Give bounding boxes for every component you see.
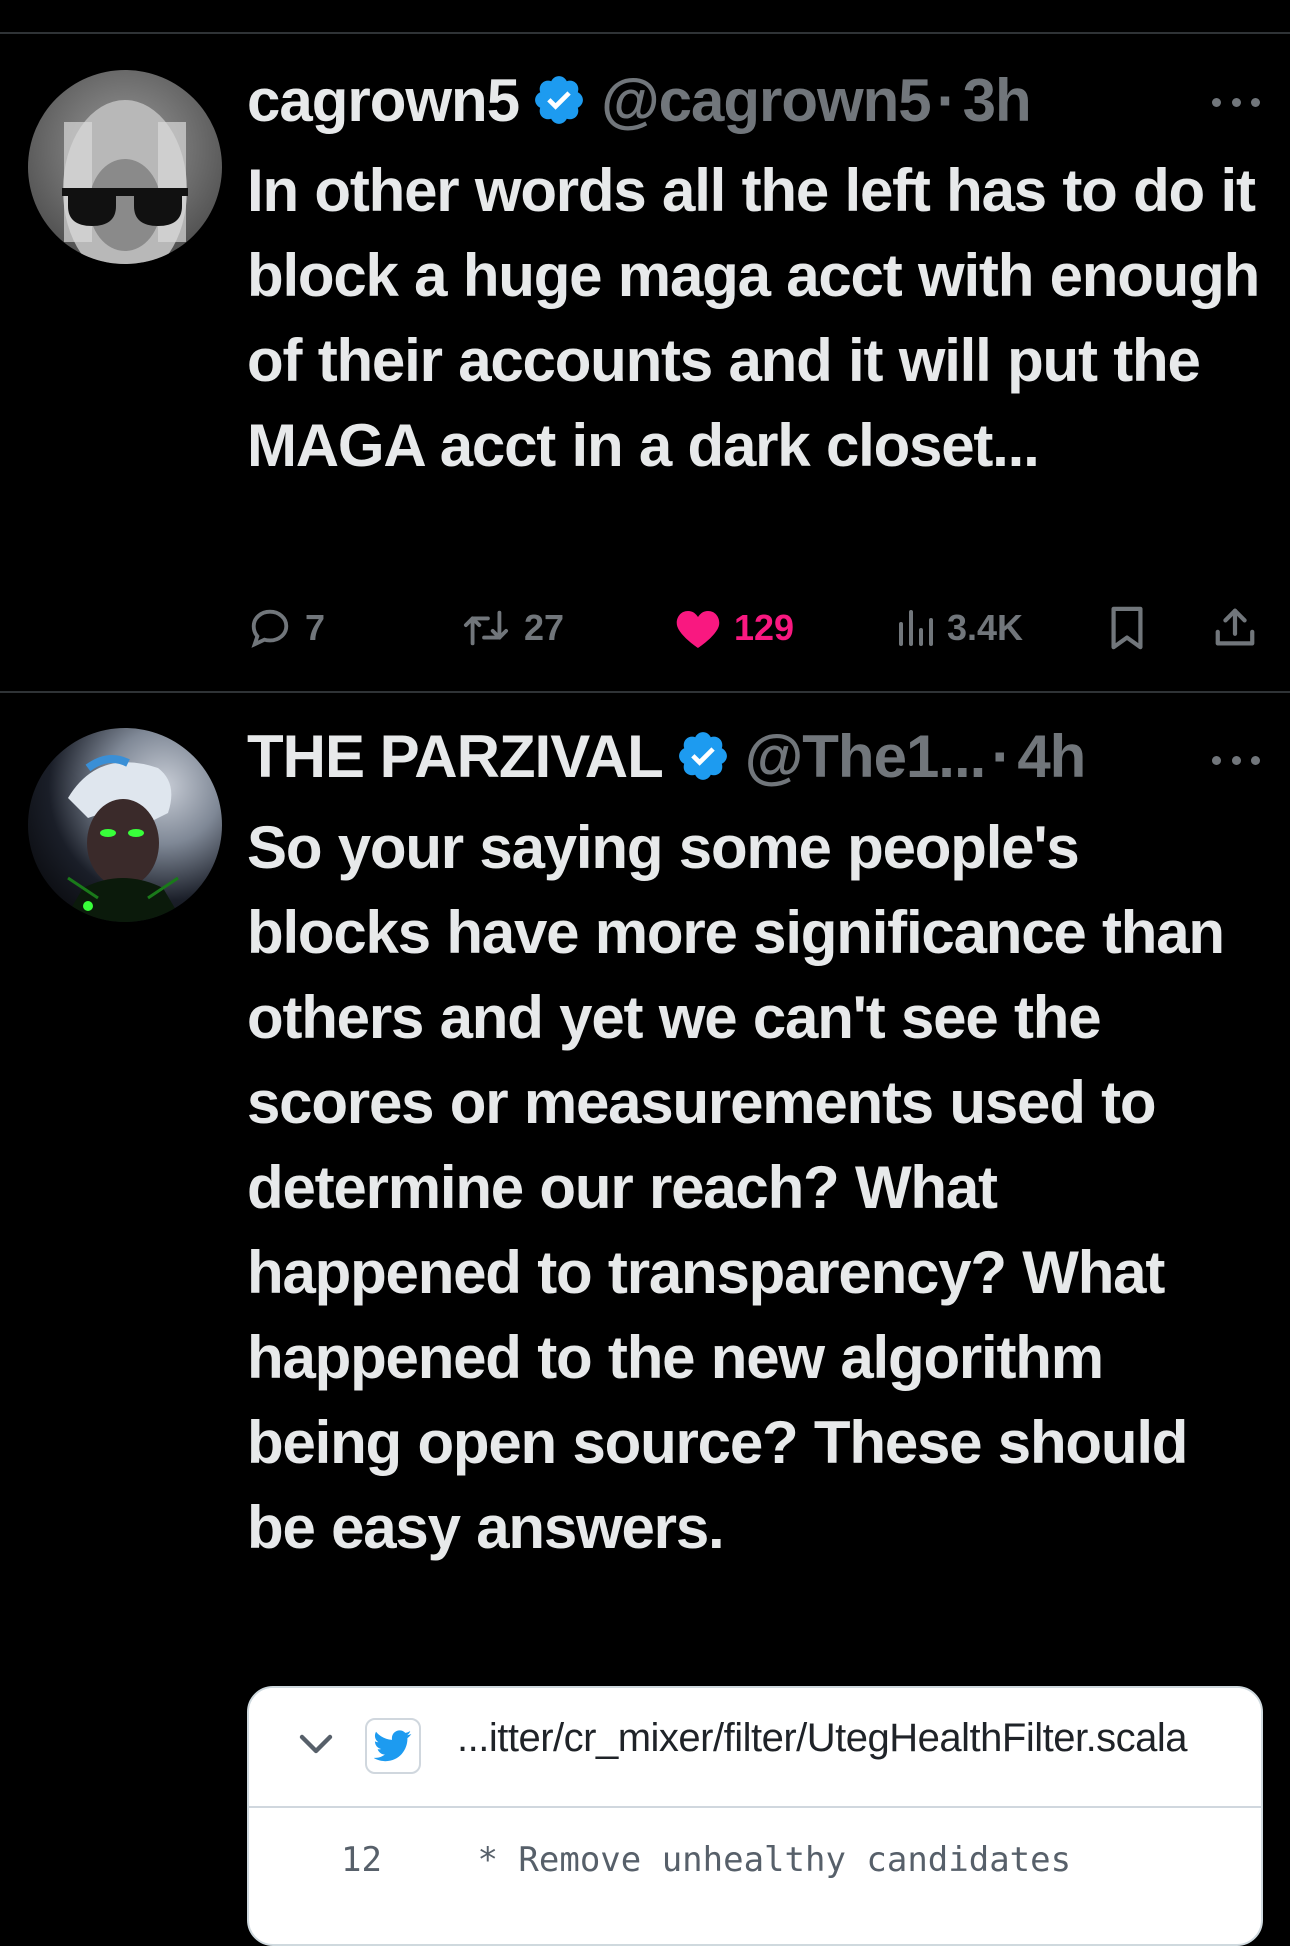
- tweet-header: THE PARZIVAL @The1... · 4h: [247, 716, 1086, 796]
- avatar-image: [63, 755, 183, 922]
- share-button[interactable]: [1212, 598, 1258, 658]
- handle[interactable]: @cagrown5: [601, 66, 932, 135]
- retweet-icon: [463, 610, 509, 646]
- display-name[interactable]: cagrown5: [247, 66, 520, 135]
- reply-count: 7: [305, 607, 326, 648]
- views-button[interactable]: 3.4K: [895, 598, 1023, 658]
- embedded-code-card[interactable]: ...itter/cr_mixer/filter/UtegHealthFilte…: [247, 1686, 1263, 1946]
- handle[interactable]: @The1...: [745, 722, 987, 791]
- twitter-bird-icon: [365, 1718, 421, 1774]
- display-name[interactable]: THE PARZIVAL: [247, 722, 664, 791]
- avatar[interactable]: [28, 728, 222, 922]
- timestamp[interactable]: 4h: [1017, 722, 1086, 791]
- more-options-icon[interactable]: [1212, 92, 1260, 112]
- tweet-header: cagrown5 @cagrown5 · 3h: [247, 60, 1032, 140]
- retweet-button[interactable]: 27: [460, 598, 564, 658]
- avatar-image: [62, 100, 188, 264]
- views-count: 3.4K: [947, 607, 1024, 648]
- bookmark-icon: [1111, 606, 1143, 650]
- code-line: 12 * Remove unhealthy candidates: [249, 1840, 1261, 1900]
- verified-badge-icon: [535, 76, 583, 124]
- views-icon: [899, 610, 933, 646]
- line-number: 12: [341, 1840, 382, 1880]
- more-options-icon[interactable]: [1212, 750, 1260, 770]
- verified-badge-icon: [678, 732, 727, 780]
- file-path[interactable]: ...itter/cr_mixer/filter/UtegHealthFilte…: [457, 1716, 1188, 1761]
- separator-dot: ·: [991, 722, 1012, 790]
- tweet-text: So your saying some people's blocks have…: [247, 814, 1225, 1561]
- retweet-count: 27: [524, 607, 565, 648]
- avatar[interactable]: [28, 70, 222, 264]
- separator-dot: ·: [936, 66, 957, 134]
- tweet-cagrown5[interactable]: cagrown5 @cagrown5 · 3h In other words a…: [0, 0, 1290, 692]
- reply-button[interactable]: 7: [247, 598, 325, 658]
- heart-icon: [676, 611, 720, 648]
- share-icon: [1215, 608, 1255, 646]
- like-button[interactable]: 129: [674, 598, 794, 658]
- timestamp[interactable]: 3h: [963, 66, 1032, 135]
- bookmark-button[interactable]: [1107, 598, 1147, 658]
- code-text: * Remove unhealthy candidates: [457, 1840, 1072, 1880]
- like-count: 129: [734, 607, 795, 648]
- tweet-actions: 7 27 129 3.4K: [247, 598, 1267, 658]
- tweet-text: In other words all the left has to do it…: [247, 157, 1260, 479]
- code-card-header: ...itter/cr_mixer/filter/UtegHealthFilte…: [249, 1688, 1261, 1808]
- reply-icon: [251, 609, 289, 648]
- chevron-down-icon[interactable]: [299, 1734, 333, 1756]
